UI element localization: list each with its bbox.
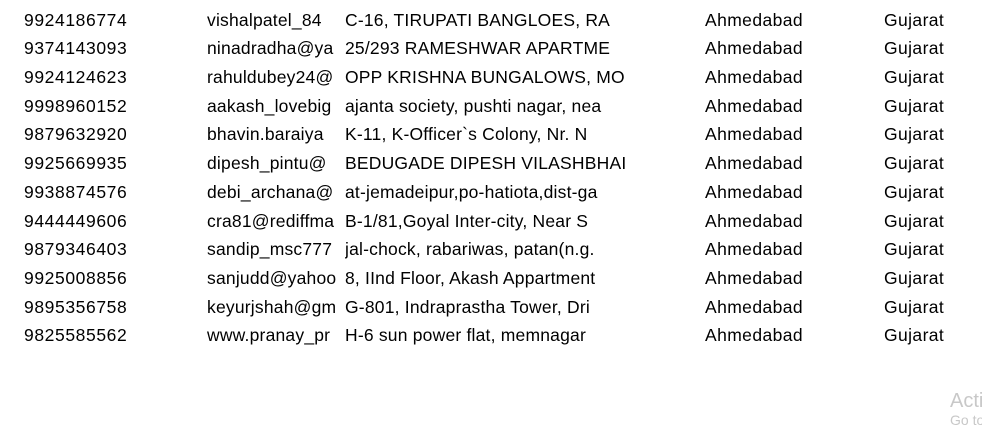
address-cell[interactable]: jal-chock, rabariwas, patan(n.g. [345, 235, 627, 264]
phone-cell[interactable]: 9444449606 [24, 207, 194, 236]
phone-cell[interactable]: 9924186774 [24, 6, 194, 35]
phone-cell[interactable]: 9879632920 [24, 120, 194, 149]
table-row[interactable]: 9924124623 rahuldubey24@ OPP KRISHNA BUN… [0, 63, 982, 92]
address-cell[interactable]: ajanta society, pushti nagar, nea [345, 92, 627, 121]
watermark-line-1: Acti [950, 390, 982, 412]
table-row[interactable]: 9444449606 cra81@rediffma B-1/81,Goyal I… [0, 207, 982, 236]
table-row[interactable]: 9879346403 sandip_msc777 jal-chock, raba… [0, 235, 982, 264]
email-cell[interactable]: keyurjshah@gm [207, 293, 345, 322]
address-cell[interactable]: at-jemadeipur,po-hatiota,dist-ga [345, 178, 627, 207]
state-cell[interactable]: Gujarat [884, 264, 974, 293]
city-cell[interactable]: Ahmedabad [705, 149, 865, 178]
table-row[interactable]: 9998960152 aakash_lovebig ajanta society… [0, 92, 982, 121]
city-cell[interactable]: Ahmedabad [705, 178, 865, 207]
state-cell[interactable]: Gujarat [884, 178, 974, 207]
table-row[interactable]: 9938874576 debi_archana@ at-jemadeipur,p… [0, 178, 982, 207]
table-row[interactable]: 9925008856 sanjudd@yahoo 8, IInd Floor, … [0, 264, 982, 293]
email-cell[interactable]: www.pranay_pr [207, 321, 345, 350]
city-cell[interactable]: Ahmedabad [705, 120, 865, 149]
address-cell[interactable]: 8, IInd Floor, Akash Appartment [345, 264, 627, 293]
state-cell[interactable]: Gujarat [884, 321, 974, 350]
state-cell[interactable]: Gujarat [884, 6, 974, 35]
city-cell[interactable]: Ahmedabad [705, 63, 865, 92]
address-cell[interactable]: K-11, K-Officer`s Colony, Nr. N [345, 120, 627, 149]
address-cell[interactable]: 25/293 RAMESHWAR APARTME [345, 34, 627, 63]
state-cell[interactable]: Gujarat [884, 293, 974, 322]
phone-cell[interactable]: 9374143093 [24, 34, 194, 63]
email-cell[interactable]: cra81@rediffma [207, 207, 345, 236]
email-cell[interactable]: sanjudd@yahoo [207, 264, 345, 293]
phone-cell[interactable]: 9938874576 [24, 178, 194, 207]
state-cell[interactable]: Gujarat [884, 92, 974, 121]
phone-cell[interactable]: 9879346403 [24, 235, 194, 264]
state-cell[interactable]: Gujarat [884, 63, 974, 92]
phone-cell[interactable]: 9895356758 [24, 293, 194, 322]
table-row[interactable]: 9825585562 www.pranay_pr H-6 sun power f… [0, 321, 982, 350]
watermark-line-2: Go to [950, 412, 982, 428]
address-cell[interactable]: C-16, TIRUPATI BANGLOES, RA [345, 6, 627, 35]
clipped-row-top [0, 0, 982, 4]
city-cell[interactable]: Ahmedabad [705, 293, 865, 322]
email-cell[interactable]: ninadradha@ya [207, 34, 345, 63]
address-cell[interactable]: OPP KRISHNA BUNGALOWS, MO [345, 63, 627, 92]
city-cell[interactable]: Ahmedabad [705, 235, 865, 264]
state-cell[interactable]: Gujarat [884, 149, 974, 178]
phone-cell[interactable]: 9825585562 [24, 321, 194, 350]
state-cell[interactable]: Gujarat [884, 34, 974, 63]
email-cell[interactable]: vishalpatel_84 [207, 6, 345, 35]
email-cell[interactable]: rahuldubey24@ [207, 63, 345, 92]
city-cell[interactable]: Ahmedabad [705, 34, 865, 63]
table-row[interactable]: 9879632920 bhavin.baraiya K-11, K-Office… [0, 120, 982, 149]
phone-cell[interactable]: 9998960152 [24, 92, 194, 121]
address-cell[interactable]: G-801, Indraprastha Tower, Dri [345, 293, 627, 322]
table-row[interactable]: 9895356758 keyurjshah@gm G-801, Indrapra… [0, 293, 982, 322]
city-cell[interactable]: Ahmedabad [705, 92, 865, 121]
activation-watermark: Acti Go to [950, 390, 982, 428]
state-cell[interactable]: Gujarat [884, 120, 974, 149]
table-row[interactable]: 9374143093 ninadradha@ya 25/293 RAMESHWA… [0, 34, 982, 63]
table-row[interactable]: 9925669935 dipesh_pintu@ BEDUGADE DIPESH… [0, 149, 982, 178]
email-cell[interactable]: aakash_lovebig [207, 92, 345, 121]
city-cell[interactable]: Ahmedabad [705, 321, 865, 350]
table-row[interactable]: 9924186774 vishalpatel_84 C-16, TIRUPATI… [0, 6, 982, 35]
city-cell[interactable]: Ahmedabad [705, 207, 865, 236]
city-cell[interactable]: Ahmedabad [705, 264, 865, 293]
city-cell[interactable]: Ahmedabad [705, 6, 865, 35]
email-cell[interactable]: dipesh_pintu@ [207, 149, 345, 178]
email-cell[interactable]: bhavin.baraiya [207, 120, 345, 149]
state-cell[interactable]: Gujarat [884, 207, 974, 236]
state-cell[interactable]: Gujarat [884, 235, 974, 264]
email-cell[interactable]: sandip_msc777 [207, 235, 345, 264]
phone-cell[interactable]: 9925008856 [24, 264, 194, 293]
phone-cell[interactable]: 9924124623 [24, 63, 194, 92]
address-cell[interactable]: B-1/81,Goyal Inter-city, Near S [345, 207, 627, 236]
address-cell[interactable]: H-6 sun power flat, memnagar [345, 321, 627, 350]
email-cell[interactable]: debi_archana@ [207, 178, 345, 207]
address-cell[interactable]: BEDUGADE DIPESH VILASHBHAI . [345, 149, 627, 178]
phone-cell[interactable]: 9925669935 [24, 149, 194, 178]
spreadsheet-grid: 9924186774 vishalpatel_84 C-16, TIRUPATI… [0, 0, 982, 428]
